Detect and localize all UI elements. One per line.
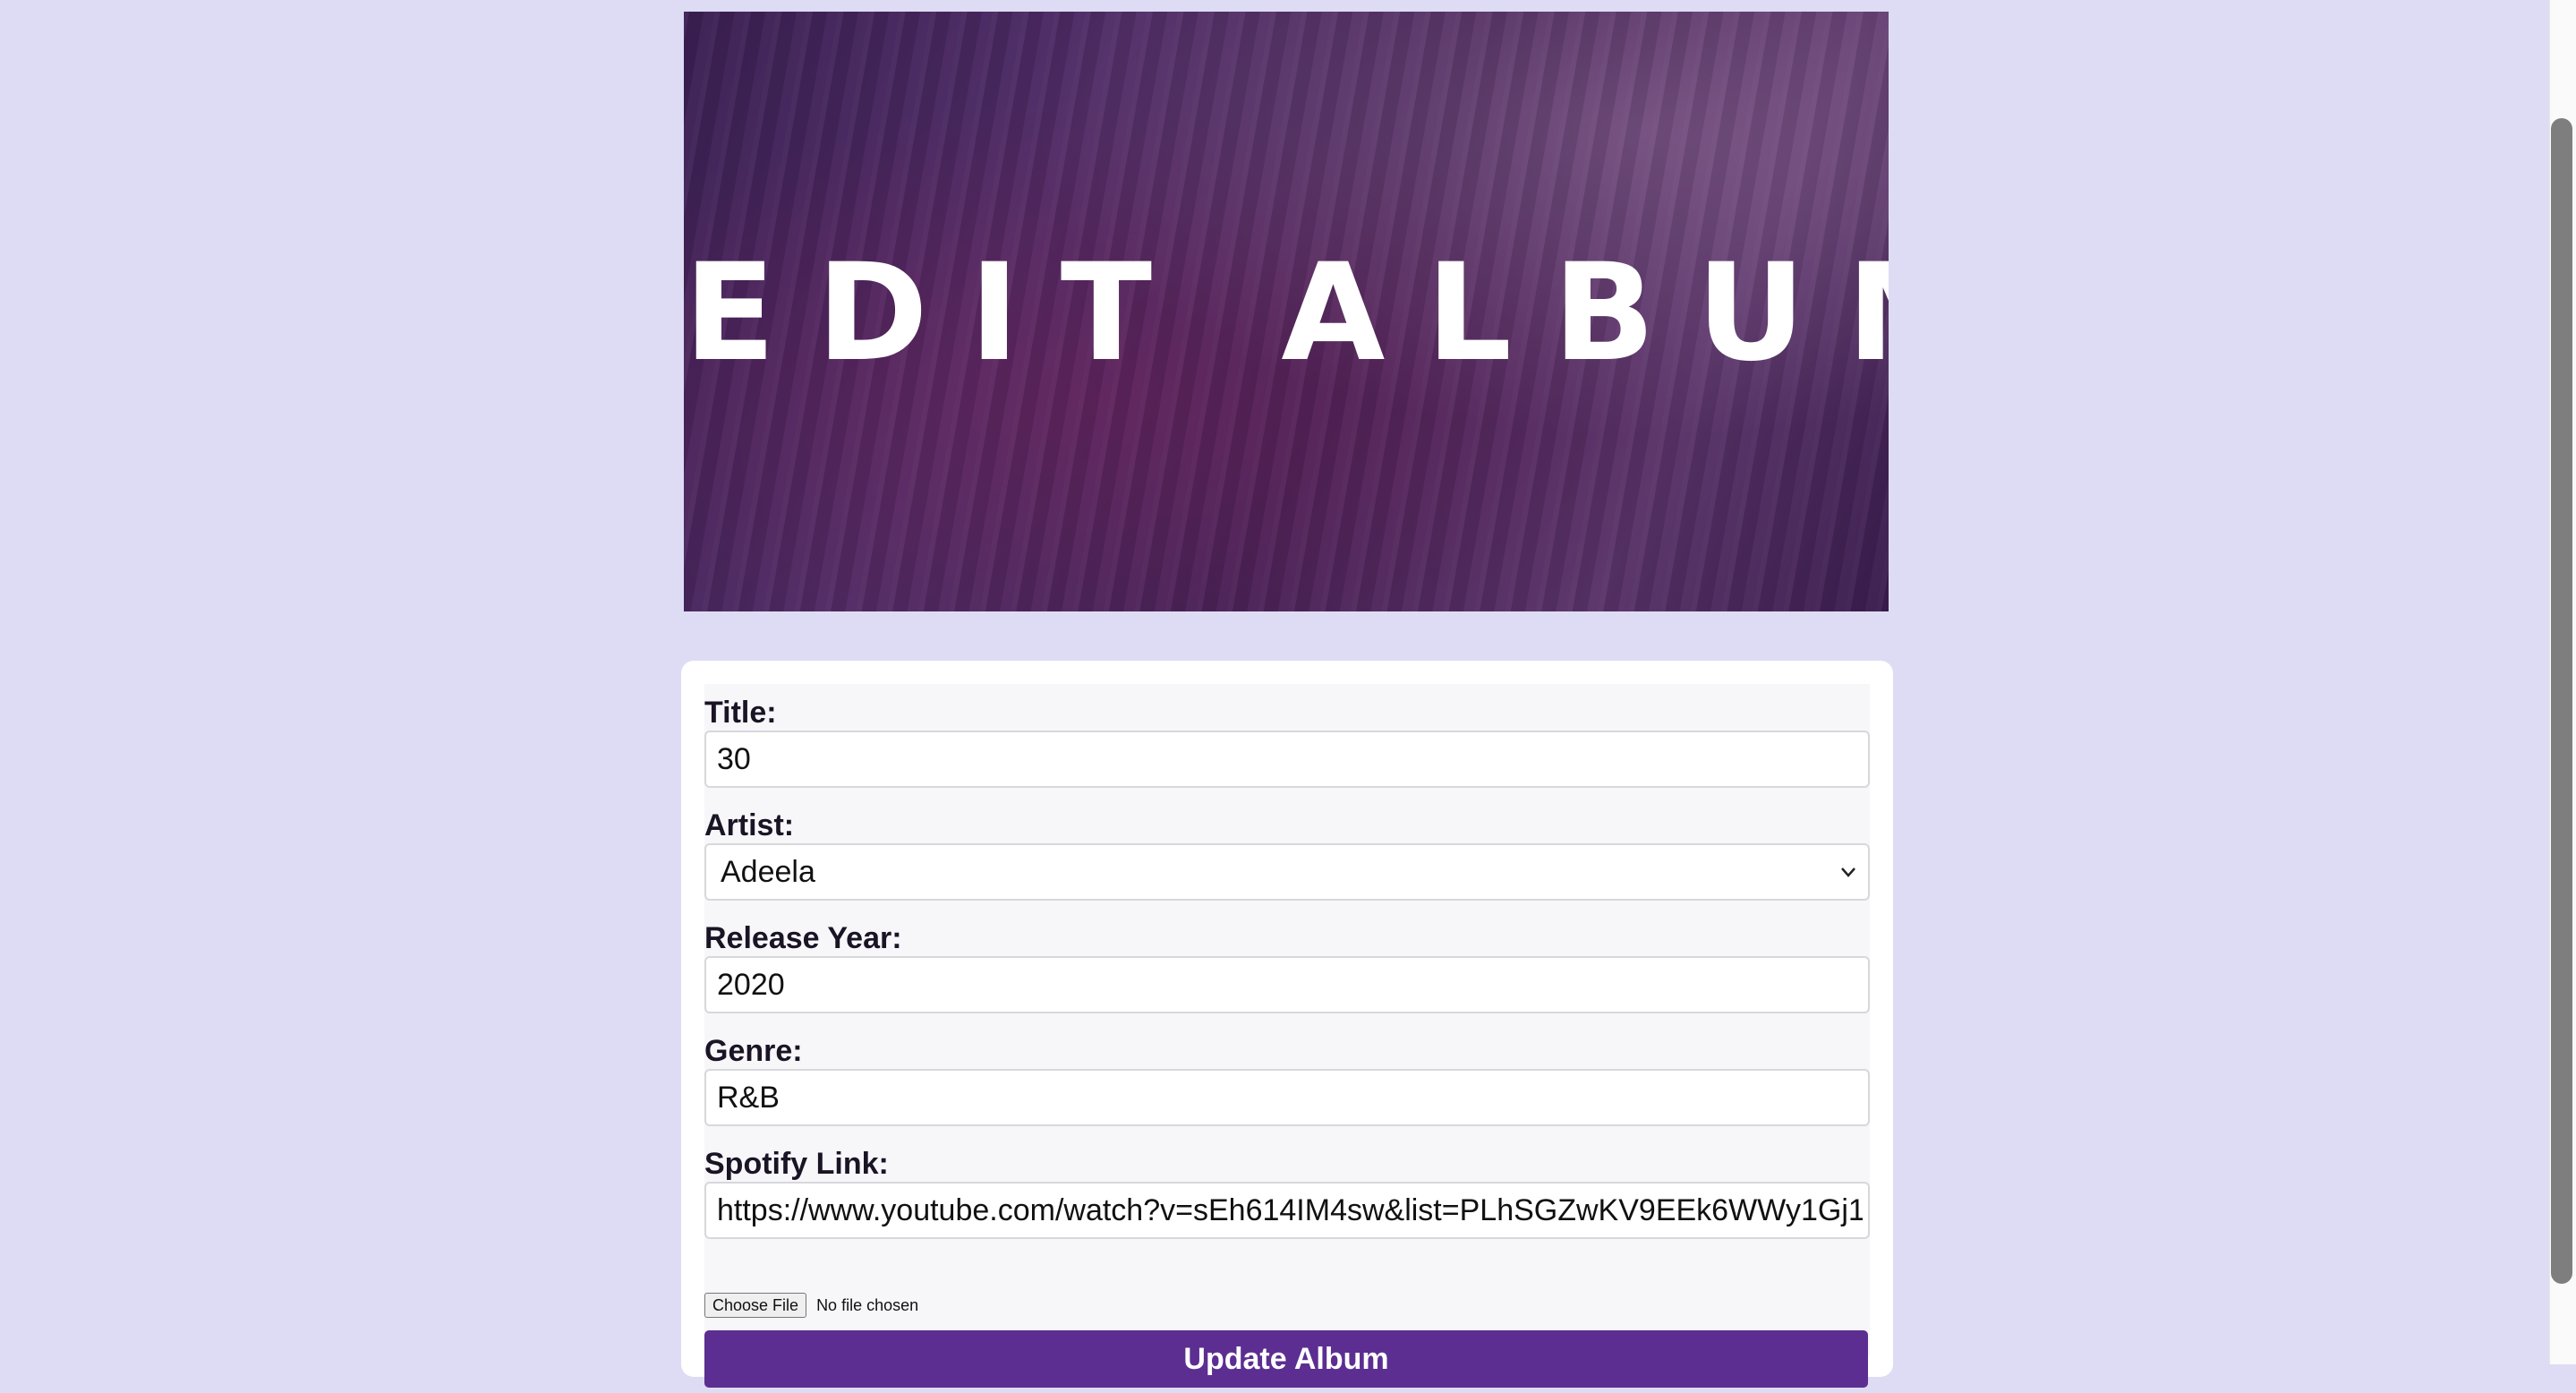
scrollbar-thumb[interactable] bbox=[2551, 118, 2572, 1284]
genre-input[interactable]: R&B bbox=[704, 1069, 1870, 1126]
spotify-link-input-value: https://www.youtube.com/watch?v=sEh614IM… bbox=[717, 1193, 1863, 1227]
album-banner: EDIT ALBUM bbox=[684, 12, 1889, 611]
update-album-button[interactable]: Update Album bbox=[704, 1330, 1868, 1388]
title-input-value: 30 bbox=[717, 742, 751, 776]
page: EDIT ALBUM Title: 30 Artist: Adeela Rele… bbox=[0, 0, 2576, 1393]
edit-album-card: Title: 30 Artist: Adeela Release Year: 2… bbox=[681, 661, 1893, 1388]
spotify-link-label: Spotify Link: bbox=[704, 1147, 889, 1181]
artist-select-value: Adeela bbox=[721, 855, 815, 889]
banner-title: EDIT ALBUM bbox=[684, 235, 1889, 391]
title-label: Title: bbox=[704, 696, 777, 730]
spotify-link-input[interactable]: https://www.youtube.com/watch?v=sEh614IM… bbox=[704, 1182, 1870, 1239]
genre-input-value: R&B bbox=[717, 1081, 780, 1115]
choose-file-button[interactable]: Choose File bbox=[704, 1293, 807, 1318]
title-input[interactable]: 30 bbox=[704, 731, 1870, 788]
edit-album-form: Title: 30 Artist: Adeela Release Year: 2… bbox=[704, 684, 1870, 1388]
release-year-input[interactable]: 2020 bbox=[704, 956, 1870, 1013]
file-status-text: No file chosen bbox=[816, 1295, 919, 1314]
chevron-down-icon bbox=[1841, 867, 1855, 877]
artist-label: Artist: bbox=[704, 808, 795, 842]
artist-select[interactable]: Adeela bbox=[704, 843, 1870, 901]
release-year-label: Release Year: bbox=[704, 921, 902, 955]
release-year-input-value: 2020 bbox=[717, 968, 785, 1002]
genre-label: Genre: bbox=[704, 1034, 803, 1068]
file-upload: Choose File No file chosen bbox=[704, 1293, 918, 1318]
